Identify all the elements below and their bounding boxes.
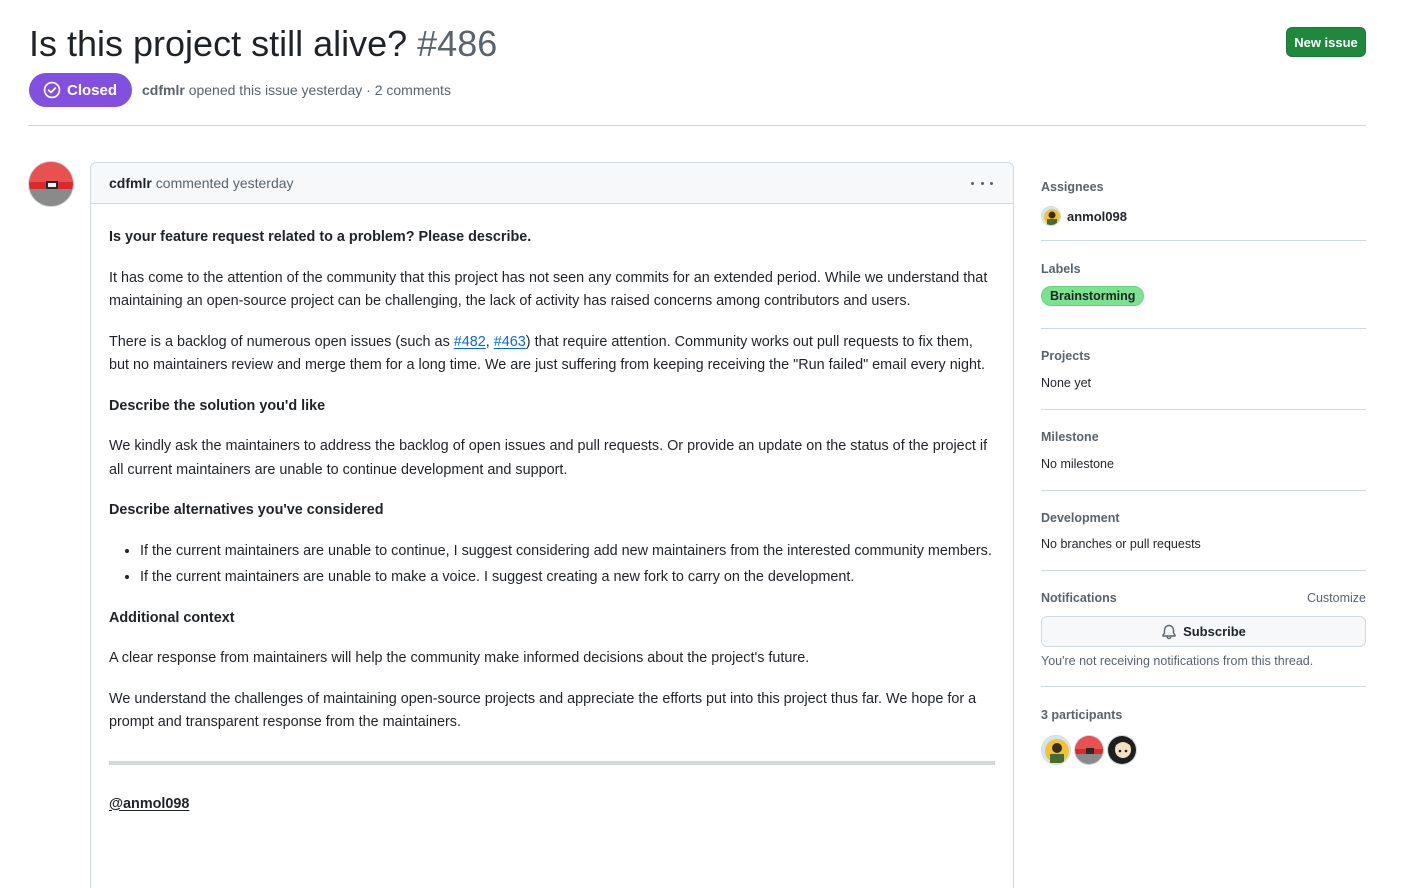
issue-sidebar: Assignees anmol098 Labels Brainstorming …: [1041, 180, 1366, 765]
labels-section: Labels Brainstorming: [1041, 241, 1366, 329]
comment-paragraph: A clear response from maintainers will h…: [109, 650, 810, 666]
comment-divider: [109, 760, 995, 765]
subscribe-button[interactable]: Subscribe: [1041, 616, 1366, 647]
comment-paragraph: There is a backlog of numerous open issu…: [109, 333, 985, 374]
comment-paragraph: We kindly ask the maintainers to address…: [109, 438, 988, 478]
projects-title[interactable]: Projects: [1041, 349, 1366, 363]
milestone-value: No milestone: [1041, 457, 1114, 471]
alternatives-list: If the current maintainers are unable to…: [109, 540, 995, 590]
milestone-section: Milestone No milestone: [1041, 410, 1366, 491]
customize-link[interactable]: Customize: [1307, 591, 1366, 605]
participants-list: [1041, 735, 1366, 765]
comment-heading: Is your feature request related to a pro…: [109, 229, 532, 245]
projects-value: None yet: [1041, 376, 1092, 390]
avatar[interactable]: [28, 161, 74, 207]
assignees-section: Assignees anmol098: [1041, 180, 1366, 241]
issue-title: Is this project still alive? #486: [29, 22, 497, 66]
comment-paragraph: We understand the challenges of maintain…: [109, 690, 977, 731]
participants-section: 3 participants: [1041, 687, 1366, 765]
issue-number: #486: [417, 23, 498, 64]
comment-paragraph: It has come to the attention of the comm…: [109, 269, 988, 310]
notifications-title: Notifications: [1041, 591, 1117, 605]
labels-title[interactable]: Labels: [1041, 262, 1366, 276]
assignee-item[interactable]: anmol098: [1041, 206, 1366, 226]
participants-title: 3 participants: [1041, 708, 1123, 722]
development-section: Development No branches or pull requests: [1041, 491, 1366, 571]
new-issue-button[interactable]: New issue: [1286, 27, 1366, 57]
issue-title-text: Is this project still alive?: [29, 23, 408, 64]
comment-heading: Describe alternatives you've considered: [109, 502, 384, 518]
closed-circle-icon: [43, 81, 61, 99]
notifications-section: Notifications Customize Subscribe You're…: [1041, 571, 1366, 687]
assignees-title[interactable]: Assignees: [1041, 180, 1366, 194]
notification-note: You're not receiving notifications from …: [1041, 654, 1314, 668]
label-brainstorming[interactable]: Brainstorming: [1041, 286, 1145, 306]
milestone-title[interactable]: Milestone: [1041, 430, 1366, 444]
issue-page: Is this project still alive? #486 New is…: [0, 0, 1403, 888]
comment-header: cdfmlr commented yesterday: [91, 163, 1013, 204]
bell-icon: [1162, 624, 1176, 639]
issue-meta: Closed cdfmlr opened this issue yesterda…: [29, 73, 451, 107]
list-item: If the current maintainers are unable to…: [140, 540, 995, 564]
kebab-icon[interactable]: [971, 175, 993, 191]
comment-timestamp: commented yesterday: [155, 175, 294, 191]
status-badge: Closed: [29, 73, 133, 107]
issue-link-463[interactable]: #463: [494, 334, 526, 350]
projects-section: Projects None yet: [1041, 329, 1366, 410]
comment-author-link[interactable]: cdfmlr: [109, 175, 152, 191]
subscribe-label: Subscribe: [1183, 624, 1246, 639]
issue-author-link[interactable]: cdfmlr: [142, 82, 185, 98]
issue-link-482[interactable]: #482: [454, 334, 486, 350]
development-title[interactable]: Development: [1041, 511, 1366, 525]
avatar[interactable]: [1107, 735, 1137, 765]
comment-heading: Additional context: [109, 609, 235, 626]
comment-box: cdfmlr commented yesterday Is your featu…: [90, 162, 1014, 888]
header-divider: [28, 125, 1366, 126]
comment-body: Is your feature request related to a pro…: [91, 204, 1013, 816]
avatar[interactable]: [1041, 735, 1071, 765]
avatar: [1041, 206, 1061, 226]
comment-heading: Describe the solution you'd like: [109, 397, 326, 414]
status-badge-label: Closed: [67, 81, 118, 99]
issue-meta-text: opened this issue yesterday · 2 comments: [188, 82, 451, 98]
avatar[interactable]: [1074, 735, 1104, 765]
development-value: No branches or pull requests: [1041, 537, 1201, 551]
assignee-name: anmol098: [1067, 208, 1127, 224]
list-item: If the current maintainers are unable to…: [140, 566, 995, 590]
user-mention-link[interactable]: @anmol098: [109, 796, 189, 812]
